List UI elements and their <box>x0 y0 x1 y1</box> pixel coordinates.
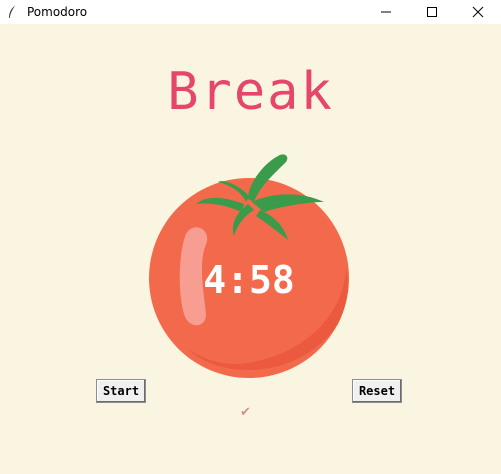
checkmarks-label: ✔ <box>240 405 251 420</box>
maximize-button[interactable] <box>409 0 455 24</box>
window-title: Pomodoro <box>27 5 88 19</box>
title-bar: Pomodoro <box>0 0 501 24</box>
close-icon <box>472 6 484 18</box>
close-button[interactable] <box>455 0 501 24</box>
start-button[interactable]: Start <box>96 379 146 403</box>
minimize-icon <box>381 11 391 13</box>
timer-display: 4:58 <box>203 258 295 302</box>
reset-button[interactable]: Reset <box>352 379 402 403</box>
window-controls <box>363 0 501 24</box>
page-title: Break <box>167 62 334 122</box>
maximize-icon <box>427 7 437 17</box>
minimize-button[interactable] <box>363 0 409 24</box>
feather-icon <box>9 4 17 19</box>
